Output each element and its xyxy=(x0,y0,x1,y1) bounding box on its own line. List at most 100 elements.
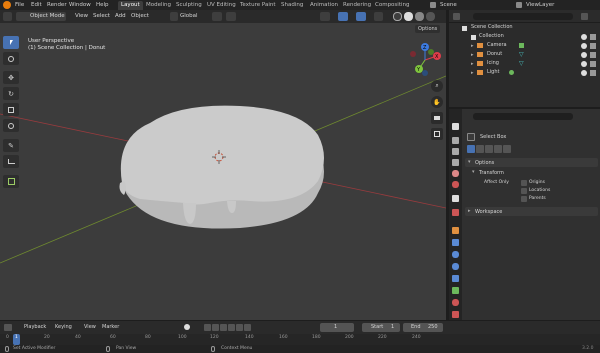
menu-window[interactable]: Window xyxy=(69,0,91,10)
proportional-edit-icon[interactable] xyxy=(226,12,236,21)
menu-help[interactable]: Help xyxy=(96,0,109,10)
material-tab-icon[interactable] xyxy=(452,299,459,306)
render-icon[interactable] xyxy=(590,34,596,40)
render-icon[interactable] xyxy=(590,70,596,76)
next-keyframe-button[interactable] xyxy=(236,324,243,331)
rotate-tool[interactable]: ↻ xyxy=(3,87,19,100)
scene-icon[interactable] xyxy=(430,2,436,8)
select-box-tool[interactable] xyxy=(3,36,19,49)
eye-icon[interactable] xyxy=(581,34,587,40)
tab-modeling[interactable]: Modeling xyxy=(146,1,171,10)
filter-icon[interactable] xyxy=(581,13,588,20)
render-icon[interactable] xyxy=(590,43,596,49)
scene-collection-label[interactable]: Scene Collection xyxy=(471,23,513,32)
particles-tab-icon[interactable] xyxy=(452,251,459,258)
collection-label[interactable]: Collection xyxy=(479,32,504,41)
collection-tab-icon[interactable] xyxy=(452,195,459,202)
move-tool[interactable]: ✥ xyxy=(3,71,19,84)
eye-icon[interactable] xyxy=(581,61,587,67)
expand-icon[interactable]: ▸ xyxy=(471,61,474,67)
texture-tab-icon[interactable] xyxy=(452,209,459,216)
view-layer-selector[interactable]: ViewLayer xyxy=(526,0,554,10)
constraints-tab-icon[interactable] xyxy=(452,275,459,282)
shading-material-icon[interactable] xyxy=(415,12,424,21)
timeline-editor-icon[interactable] xyxy=(4,324,12,331)
parents-checkbox[interactable] xyxy=(521,196,527,202)
pan-view-button[interactable]: ✋ xyxy=(431,96,443,108)
physics-tab-icon[interactable] xyxy=(452,263,459,270)
visibility-icon[interactable] xyxy=(320,12,330,21)
tool-tab-icon[interactable] xyxy=(452,123,459,130)
outliner-item-donut[interactable]: ▸ Donut ▽ xyxy=(449,50,600,59)
scene-tab-icon[interactable] xyxy=(452,170,459,177)
world-tab-icon[interactable] xyxy=(452,181,459,188)
origins-checkbox[interactable] xyxy=(521,180,527,186)
tab-compositing[interactable]: Compositing xyxy=(375,1,409,10)
render-icon[interactable] xyxy=(590,52,596,58)
outliner-item-icing[interactable]: ▸ Icing ▽ xyxy=(449,59,600,68)
zoom-view-button[interactable]: ⌕ xyxy=(431,80,443,92)
timeline-menu-playback[interactable]: Playback xyxy=(24,324,46,330)
eye-icon[interactable] xyxy=(581,70,587,76)
add-cube-tool[interactable] xyxy=(3,175,19,188)
transform-orientation-dropdown[interactable]: Global xyxy=(180,13,198,19)
measure-tool[interactable] xyxy=(3,155,19,168)
transform-subpanel-header[interactable]: ▾ Transform xyxy=(469,168,598,177)
camera-view-button[interactable] xyxy=(431,112,443,124)
record-button[interactable] xyxy=(184,324,190,330)
menu-file[interactable]: File xyxy=(15,0,24,10)
tab-uv-editing[interactable]: UV Editing xyxy=(207,1,236,10)
cursor-tool[interactable] xyxy=(3,52,19,65)
outliner-search-field[interactable] xyxy=(473,13,573,20)
timeline-menu-marker[interactable]: Marker xyxy=(102,324,119,330)
render-tab-icon[interactable] xyxy=(452,137,459,144)
axis-gizmo[interactable]: X Y Z xyxy=(405,40,445,80)
select-mode-invert-icon[interactable] xyxy=(494,145,502,153)
xray-icon[interactable] xyxy=(374,12,383,21)
jump-start-button[interactable] xyxy=(204,324,211,331)
prev-keyframe-button[interactable] xyxy=(212,324,219,331)
select-mode-extend-icon[interactable] xyxy=(476,145,484,153)
locations-checkbox[interactable] xyxy=(521,188,527,194)
editor-type-icon[interactable] xyxy=(3,12,12,21)
outliner-editor-icon[interactable] xyxy=(453,13,460,20)
menu-render[interactable]: Render xyxy=(47,0,67,10)
data-tab-icon[interactable] xyxy=(452,287,459,294)
view-layer-tab-icon[interactable] xyxy=(452,159,459,166)
timeline-ruler[interactable]: 1 0 20 40 60 80 100 120 140 160 180 200 … xyxy=(0,334,600,345)
expand-icon[interactable]: ▸ xyxy=(471,70,474,76)
jump-end-button[interactable] xyxy=(244,324,251,331)
object-tab-icon[interactable] xyxy=(452,227,459,234)
scene-selector[interactable]: Scene xyxy=(440,0,457,10)
shading-solid-icon[interactable] xyxy=(404,12,413,21)
options-panel-header[interactable]: ▾ Options xyxy=(465,158,598,167)
view-layer-icon[interactable] xyxy=(516,2,522,8)
eye-icon[interactable] xyxy=(581,43,587,49)
properties-search-field[interactable] xyxy=(473,113,573,120)
expand-icon[interactable]: ▸ xyxy=(471,43,474,49)
tab-sculpting[interactable]: Sculpting xyxy=(176,1,202,10)
shading-rendered-icon[interactable] xyxy=(426,12,435,21)
viewport-menu-add[interactable]: Add xyxy=(115,13,126,19)
select-mode-intersect-icon[interactable] xyxy=(503,145,511,153)
tab-texture-paint[interactable]: Texture Paint xyxy=(240,1,276,10)
viewport-menu-object[interactable]: Object xyxy=(131,13,149,19)
render-icon[interactable] xyxy=(590,61,596,67)
perspective-toggle-button[interactable] xyxy=(431,128,443,140)
workspace-panel-header[interactable]: ▸ Workspace xyxy=(465,207,598,216)
menu-edit[interactable]: Edit xyxy=(31,0,42,10)
timeline-menu-view[interactable]: View xyxy=(84,324,96,330)
eye-icon[interactable] xyxy=(581,52,587,58)
expand-icon[interactable]: ▸ xyxy=(471,52,474,58)
viewport-gizmos-icon[interactable] xyxy=(338,12,348,21)
play-button[interactable] xyxy=(228,324,235,331)
tab-animation[interactable]: Animation xyxy=(310,1,338,10)
shading-wireframe-icon[interactable] xyxy=(393,12,402,21)
select-mode-set-icon[interactable] xyxy=(467,145,475,153)
tab-shading[interactable]: Shading xyxy=(281,1,303,10)
modifier-tab-icon[interactable] xyxy=(452,239,459,246)
outliner-item-light[interactable]: ▸ Light xyxy=(449,68,600,77)
output-tab-icon[interactable] xyxy=(452,148,459,155)
transform-tool[interactable] xyxy=(3,119,19,132)
annotate-tool[interactable]: ✎ xyxy=(3,139,19,152)
